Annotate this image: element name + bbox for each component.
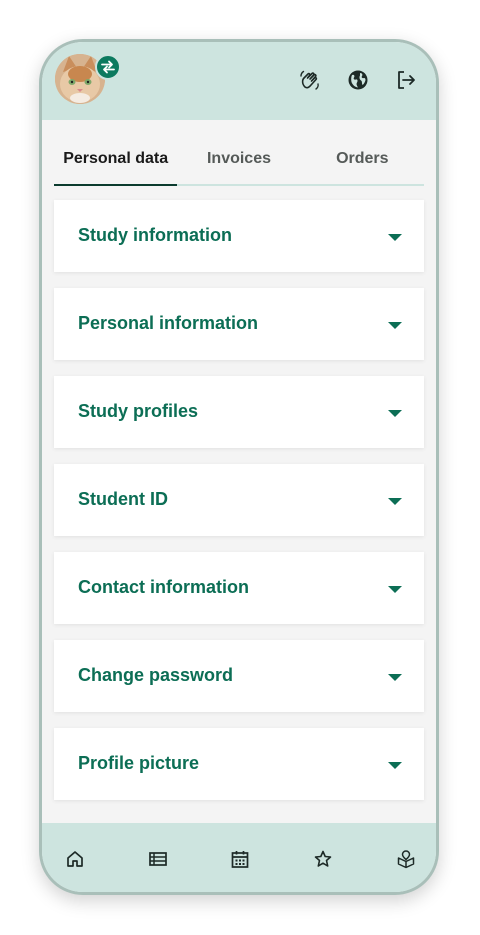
chevron-down-icon <box>388 674 402 681</box>
list-icon[interactable] <box>146 847 170 871</box>
main-content: Personal data Invoices Orders Study info… <box>42 120 436 823</box>
app-header <box>42 42 436 120</box>
tab-bar: Personal data Invoices Orders <box>54 144 424 186</box>
map-icon[interactable] <box>394 847 418 871</box>
section-label: Study information <box>78 225 232 245</box>
section-label: Profile picture <box>78 753 200 773</box>
section-change-password[interactable]: Change password <box>54 640 424 712</box>
bottom-nav <box>42 823 436 892</box>
calendar-icon[interactable] <box>228 847 252 871</box>
chevron-down-icon <box>388 410 402 417</box>
chevron-down-icon <box>388 498 402 505</box>
section-profile-picture[interactable]: Profile picture <box>54 728 424 800</box>
globe-icon[interactable] <box>344 66 372 94</box>
section-label: Student ID <box>78 489 168 509</box>
chevron-down-icon <box>388 234 402 241</box>
logout-icon[interactable] <box>392 66 420 94</box>
section-study-profiles[interactable]: Study profiles <box>54 376 424 448</box>
tab-personal-data[interactable]: Personal data <box>54 144 178 186</box>
section-label: Contact information <box>78 577 249 597</box>
section-label: Personal information <box>78 313 259 333</box>
phone-frame: Personal data Invoices Orders Study info… <box>39 39 439 895</box>
section-label: Change password <box>78 665 234 685</box>
star-icon[interactable] <box>311 847 335 871</box>
chevron-down-icon <box>388 322 402 329</box>
chevron-down-icon <box>388 762 402 769</box>
section-personal-information[interactable]: Personal information <box>54 288 424 360</box>
switch-account-icon[interactable] <box>95 54 121 80</box>
section-label: Study profiles <box>78 401 199 421</box>
tab-invoices[interactable]: Invoices <box>177 144 300 184</box>
section-contact-information[interactable]: Contact information <box>54 552 424 624</box>
section-student-id[interactable]: Student ID <box>54 464 424 536</box>
tab-orders[interactable]: Orders <box>301 144 424 184</box>
home-icon[interactable] <box>63 847 87 871</box>
section-study-information[interactable]: Study information <box>54 200 424 272</box>
wave-hand-icon[interactable] <box>296 66 324 94</box>
chevron-down-icon <box>388 586 402 593</box>
